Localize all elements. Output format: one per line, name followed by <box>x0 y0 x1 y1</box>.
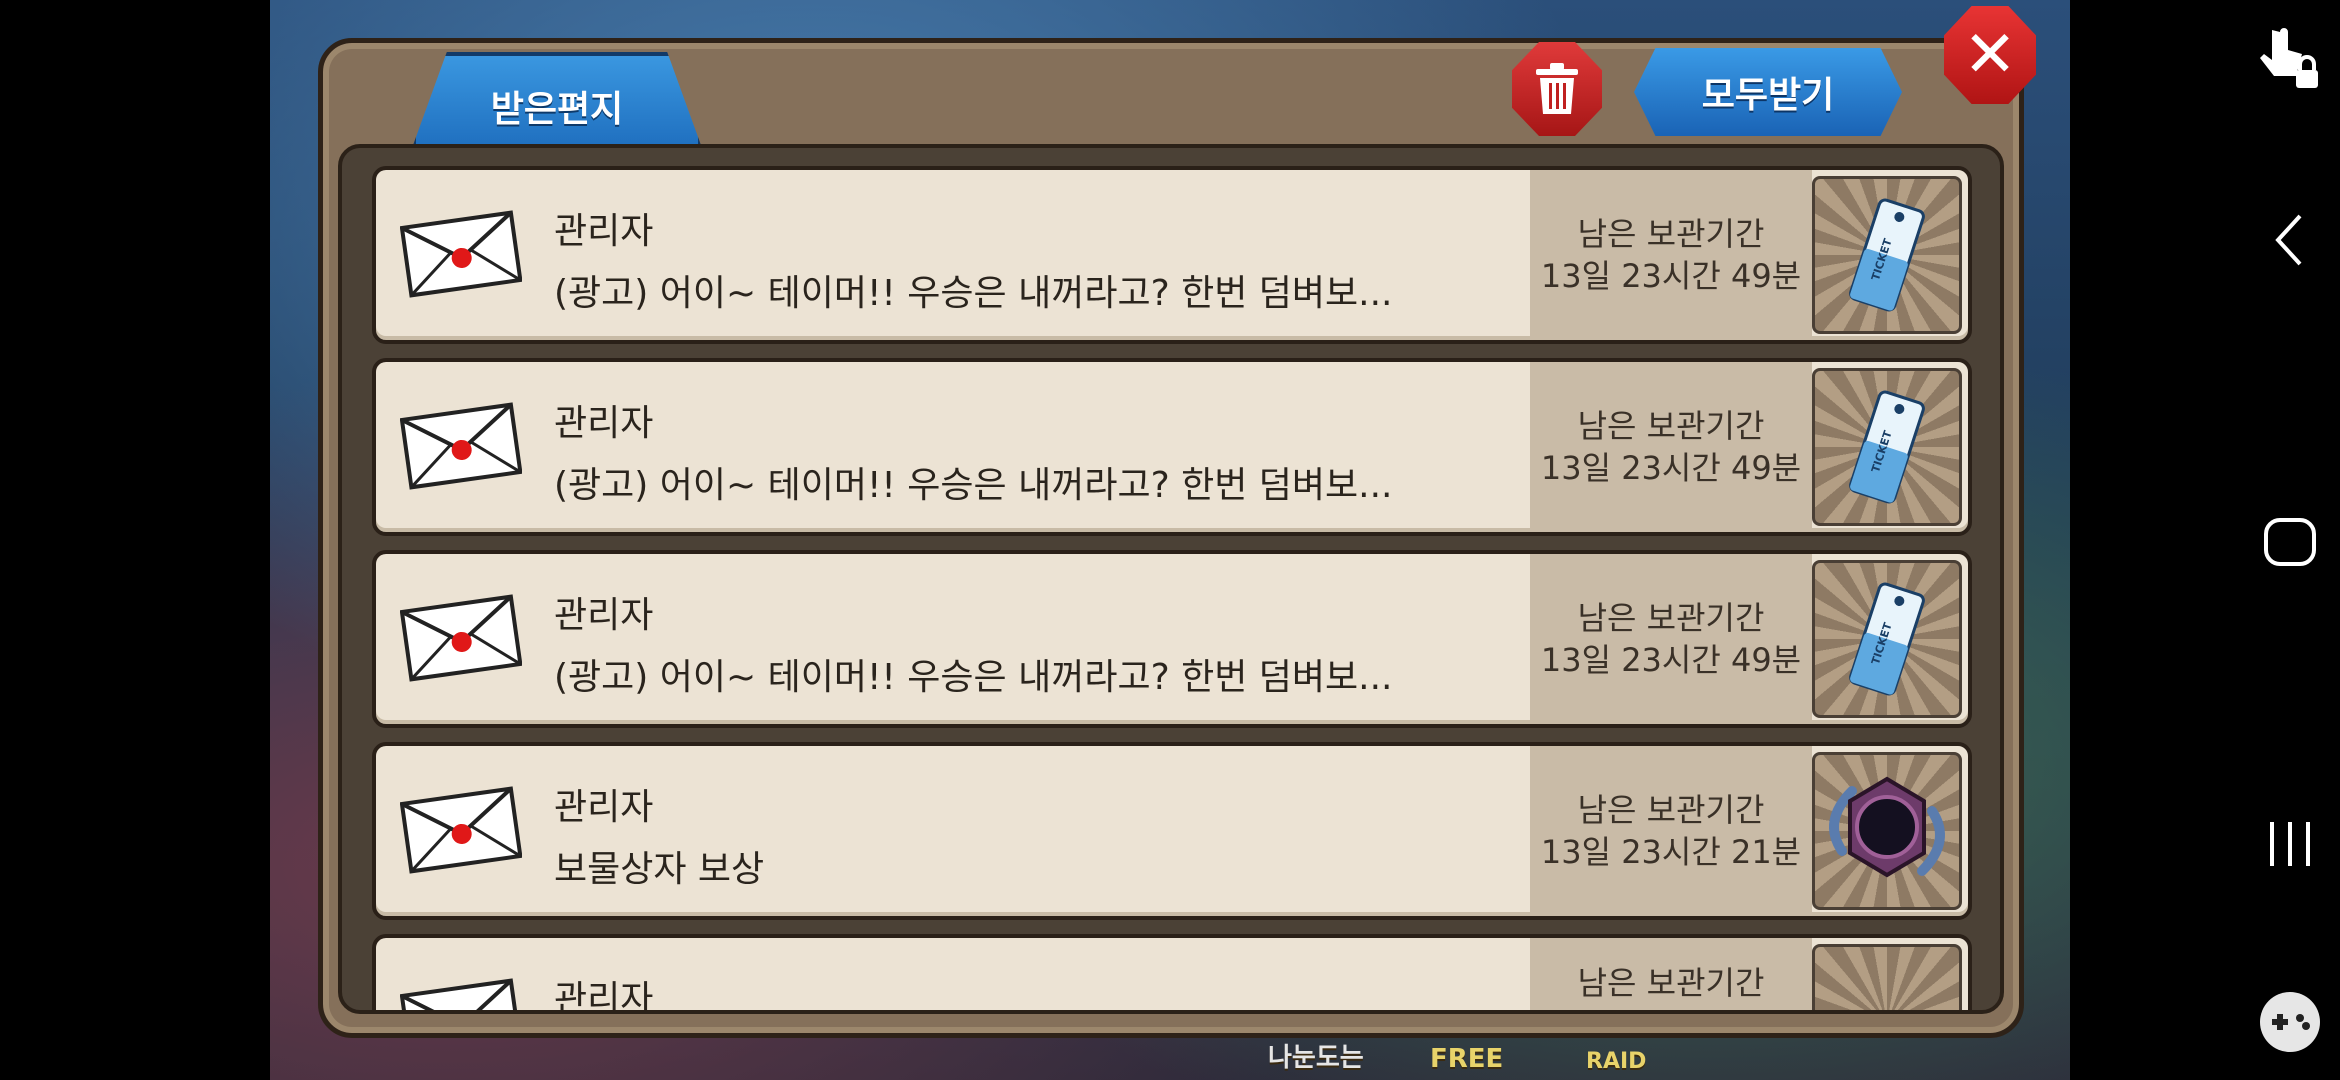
home-icon[interactable] <box>2240 514 2340 570</box>
mail-sender: 관리자 <box>554 787 654 828</box>
mail-subject: (광고) 어이~ 테이머!! 우승은 내꺼라고? 한번 덤벼보... <box>554 273 1393 314</box>
touch-lock-icon[interactable] <box>2240 22 2340 94</box>
expire-panel: 남은 보관기간 13일 23시간 49분 <box>1530 170 1812 340</box>
system-nav-bar <box>2240 0 2340 1080</box>
mail-sender: 관리자 <box>554 211 654 252</box>
expire-label: 남은 보관기간 <box>1577 791 1765 829</box>
reward-item-slot[interactable]: TICKET <box>1812 368 1962 526</box>
ticket-icon: TICKET <box>1849 390 1925 504</box>
envelope-icon <box>400 210 522 298</box>
game-tools-icon[interactable] <box>2240 990 2340 1054</box>
expire-panel: 남은 보관기간 <box>1530 938 1812 1010</box>
mail-subject: (광고) 어이~ 테이머!! 우승은 내꺼라고? 한번 덤벼보... <box>554 465 1393 506</box>
ticket-icon: TICKET <box>1849 582 1925 696</box>
close-button[interactable]: ✕ <box>1944 6 2036 104</box>
mail-sender: 관리자 <box>554 595 654 636</box>
expire-label: 남은 보관기간 <box>1577 407 1765 445</box>
expire-time: 13일 23시간 21분 <box>1540 833 1802 871</box>
ticket-icon: TICKET <box>1849 198 1925 312</box>
green-item-icon <box>1847 983 1927 1014</box>
recents-icon[interactable] <box>2240 816 2340 872</box>
expire-panel: 남은 보관기간 13일 23시간 21분 <box>1530 746 1812 916</box>
expire-panel: 남은 보관기간 13일 23시간 49분 <box>1530 554 1812 724</box>
mail-subject: (광고) 어이~ 테이머!! 우승은 내꺼라고? 한번 덤벼보... <box>554 657 1393 698</box>
expire-time: 13일 23시간 49분 <box>1540 449 1802 487</box>
envelope-icon <box>400 402 522 490</box>
reward-item-slot[interactable] <box>1812 752 1962 910</box>
mail-subject: 보물상자 보상 <box>554 849 765 890</box>
receive-all-button[interactable]: 모두받기 <box>1634 48 1902 136</box>
expire-label: 남은 보관기간 <box>1577 215 1765 253</box>
reward-item-slot[interactable] <box>1812 944 1962 1014</box>
expire-label: 남은 보관기간 <box>1577 599 1765 637</box>
envelope-icon <box>400 594 522 682</box>
expire-label: 남은 보관기간 <box>1577 964 1765 1002</box>
tab-received-mail[interactable]: 받은편지 <box>412 52 702 148</box>
mail-sender: 관리자 <box>554 979 654 1014</box>
bottom-label-raid: RAID <box>1586 1049 1647 1074</box>
envelope-icon <box>400 978 522 1010</box>
expire-panel: 남은 보관기간 13일 23시간 49분 <box>1530 362 1812 532</box>
mail-item[interactable]: 관리자 남은 보관기간 <box>372 934 1972 1014</box>
back-icon[interactable] <box>2240 210 2340 270</box>
expire-time: 13일 23시간 49분 <box>1540 641 1802 679</box>
bottom-label-1: 나눈도는 <box>1268 1043 1364 1073</box>
reward-item-slot[interactable]: TICKET <box>1812 176 1962 334</box>
reward-item-slot[interactable]: TICKET <box>1812 560 1962 718</box>
mail-item[interactable]: 관리자 보물상자 보상 남은 보관기간 13일 23시간 21분 <box>372 742 1972 920</box>
expire-time: 13일 23시간 49분 <box>1540 257 1802 295</box>
mail-list[interactable]: 관리자 (광고) 어이~ 테이머!! 우승은 내꺼라고? 한번 덤벼보... 남… <box>338 144 2004 1014</box>
mail-item[interactable]: 관리자 (광고) 어이~ 테이머!! 우승은 내꺼라고? 한번 덤벼보... 남… <box>372 358 1972 536</box>
envelope-icon <box>400 786 522 874</box>
trash-icon <box>1536 63 1578 114</box>
dark-orb-icon <box>1829 776 1945 878</box>
mail-item[interactable]: 관리자 (광고) 어이~ 테이머!! 우승은 내꺼라고? 한번 덤벼보... 남… <box>372 166 1972 344</box>
mail-sender: 관리자 <box>554 403 654 444</box>
bottom-label-free: FREE <box>1430 1044 1504 1074</box>
mail-item[interactable]: 관리자 (광고) 어이~ 테이머!! 우승은 내꺼라고? 한번 덤벼보... 남… <box>372 550 1972 728</box>
